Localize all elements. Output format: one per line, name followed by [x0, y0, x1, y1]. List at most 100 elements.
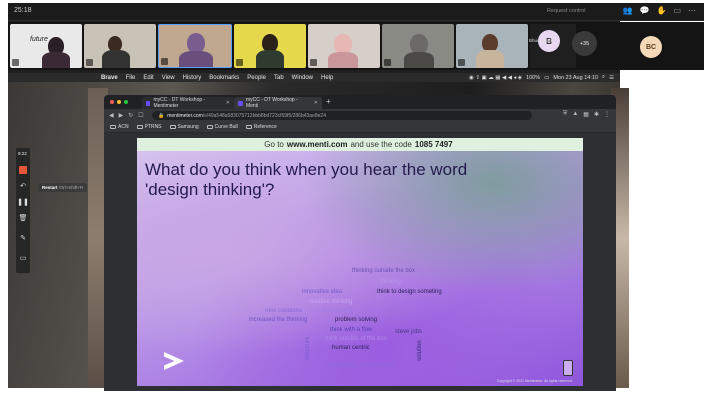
bookmark-folder[interactable]: Curve Ball — [206, 124, 238, 130]
url-host: mentimeter.com — [167, 112, 203, 119]
slide-question: What do you think when you hear the word… — [145, 160, 545, 200]
word-cloud-item-vertical: structure — [305, 336, 311, 360]
puzzle-icon[interactable]: ✱ — [594, 111, 599, 118]
menu-tab[interactable]: Tab — [274, 75, 284, 81]
web-page: Go to www.menti.com and use the code 108… — [104, 133, 616, 391]
search-icon[interactable]: ⌕ — [602, 74, 605, 81]
restart-tooltip: Restart Ctrl+Shift+R — [38, 183, 88, 192]
maximize-window-button[interactable] — [124, 100, 128, 104]
lock-icon: 🔒 — [158, 112, 165, 119]
menu-bookmarks[interactable]: Bookmarks — [209, 75, 239, 81]
menu-history[interactable]: History — [183, 75, 202, 81]
word-cloud-item-vertical: solution — [417, 340, 423, 361]
clock: Mon 23 Aug 14:10 — [553, 74, 598, 81]
camera-icon[interactable]: ▭ — [19, 254, 27, 262]
menu-help[interactable]: Help — [321, 75, 333, 81]
brave-rewards-icon[interactable]: ▲ — [572, 111, 578, 118]
menu-people[interactable]: People — [247, 75, 266, 81]
mac-menu-bar: Brave File Edit View History Bookmarks P… — [8, 73, 620, 82]
word-cloud-item: steve jobs — [395, 329, 423, 335]
folder-icon — [110, 125, 116, 129]
chat-icon[interactable]: 💬 — [640, 6, 650, 15]
menu-icon[interactable]: ⋮ — [604, 111, 610, 118]
bookmark-folder[interactable]: Reference — [245, 124, 277, 130]
mentimeter-favicon — [238, 100, 243, 106]
bookmarks-bar: ACN PTRNS Samsung Curve Ball Reference — [104, 122, 616, 133]
word-cloud-item: thinking — [380, 279, 401, 285]
rooms-icon[interactable]: ▭ — [673, 6, 681, 15]
join-code-banner: Go to www.menti.com and use the code 108… — [137, 138, 583, 151]
battery-level: 100% — [526, 74, 541, 81]
minimize-window-button[interactable] — [117, 100, 121, 104]
tooltip-shortcut: Ctrl+Shift+R — [58, 185, 84, 190]
new-tab-button[interactable]: + — [326, 97, 331, 106]
extension-icon[interactable]: ▦ — [583, 111, 589, 118]
bookmark-label: Reference — [253, 124, 277, 130]
trash-icon[interactable]: 🗑 — [19, 214, 28, 222]
bookmark-folder[interactable]: ACN — [110, 124, 129, 130]
word-cloud-item: think to design someting — [377, 289, 442, 295]
bookmark-label: Samsung — [177, 124, 199, 130]
tab-strip: myCC - DT Workshop - Mentimeter ✕ myCC -… — [104, 95, 616, 109]
question-line: 'design thinking'? — [145, 180, 275, 199]
bookmark-folder[interactable]: Samsung — [169, 124, 199, 130]
bookmark-label: Curve Ball — [214, 124, 238, 130]
browser-toolbar: ◀ ▶ ↻ ☐ 🔒 mentimeter.com /s/49a548a58307… — [104, 109, 616, 122]
copyright-text: Copyright © 2021 Mentimeter. All rights … — [496, 379, 573, 383]
browser-tab[interactable]: myCC - DT Workshop - Mentimeter ✕ — [142, 97, 234, 109]
code-mid-text: and use the code — [350, 140, 412, 149]
tab-title: myCC - DT Workshop - Menti — [245, 97, 298, 109]
menti-site: www.menti.com — [286, 140, 348, 149]
control-center-icon[interactable]: ☰ — [609, 75, 614, 81]
shared-screen: Brave File Edit View History Bookmarks P… — [8, 3, 629, 391]
tab-title: myCC - DT Workshop - Mentimeter — [153, 97, 206, 109]
join-code: 1085 7497 — [414, 140, 453, 149]
folder-icon — [245, 125, 252, 129]
word-cloud-item: think with a flow — [330, 327, 373, 333]
presenter-timer: 9:22 — [18, 151, 27, 156]
reactions-icon[interactable]: ✋ — [656, 6, 666, 15]
word-cloud-item: human centric — [332, 345, 370, 351]
browser-window: myCC - DT Workshop - Mentimeter ✕ myCC -… — [104, 95, 616, 391]
menu-file[interactable]: File — [126, 75, 136, 81]
mentimeter-logo — [164, 352, 184, 370]
more-options-icon[interactable]: ⋯ — [688, 6, 696, 15]
reload-icon[interactable]: ↻ — [128, 112, 133, 119]
menu-app-name[interactable]: Brave — [101, 75, 118, 81]
menu-window[interactable]: Window — [292, 75, 313, 81]
pen-icon[interactable]: ✎ — [19, 234, 27, 242]
close-tab-icon[interactable]: ✕ — [314, 100, 318, 106]
back-icon[interactable]: ◀ — [109, 112, 114, 119]
bookmark-folder[interactable]: PTRNS — [136, 124, 162, 130]
tooltip-label: Restart — [42, 185, 58, 190]
folder-icon — [136, 125, 143, 129]
word-cloud-item: something out of the box — [329, 363, 395, 369]
word-cloud-item: user centric — [322, 308, 354, 314]
address-bar[interactable]: 🔒 mentimeter.com /s/49a548a583075712bbb8… — [152, 111, 532, 120]
audience-icon — [563, 360, 573, 376]
word-cloud-item: thinking outside the box — [352, 268, 416, 274]
menu-view[interactable]: View — [162, 75, 175, 81]
word-cloud-item: creative thinking — [309, 299, 353, 305]
mentimeter-slide: Go to www.menti.com and use the code 108… — [137, 138, 583, 386]
bookmark-label: ACN — [118, 124, 129, 130]
bookmark-page-icon[interactable]: ☐ — [138, 112, 143, 119]
status-icons[interactable]: ◉ ⇪ ▣ ☁ ▦ ◀ ◀ ◂ ◈ — [469, 75, 522, 81]
menu-edit[interactable]: Edit — [143, 75, 153, 81]
restart-icon[interactable]: ↶ — [19, 182, 27, 190]
close-tab-icon[interactable]: ✕ — [226, 100, 230, 106]
stop-share-button[interactable] — [19, 166, 27, 174]
pause-icon[interactable]: ❚❚ — [17, 198, 29, 206]
battery-icon: ▭ — [544, 74, 550, 81]
menu-bar-status: ◉ ⇪ ▣ ☁ ▦ ◀ ◀ ◂ ◈ 100% ▭ Mon 23 Aug 14:1… — [469, 73, 614, 82]
folder-icon — [169, 125, 176, 129]
word-cloud-item: innovative idea — [302, 289, 343, 295]
word-cloud-item: problem solving — [335, 317, 378, 323]
participants-icon[interactable]: 👥 — [623, 6, 633, 15]
self-avatar[interactable]: BC — [640, 36, 662, 58]
close-window-button[interactable] — [110, 100, 114, 104]
forward-icon[interactable]: ▶ — [119, 112, 124, 119]
presenter-toolbar: 9:22 ↶ ❚❚ 🗑 ✎ ▭ — [16, 148, 30, 273]
browser-tab-active[interactable]: myCC - DT Workshop - Menti ✕ — [234, 97, 322, 109]
brave-shields-icon[interactable]: ⛨ — [563, 111, 568, 118]
